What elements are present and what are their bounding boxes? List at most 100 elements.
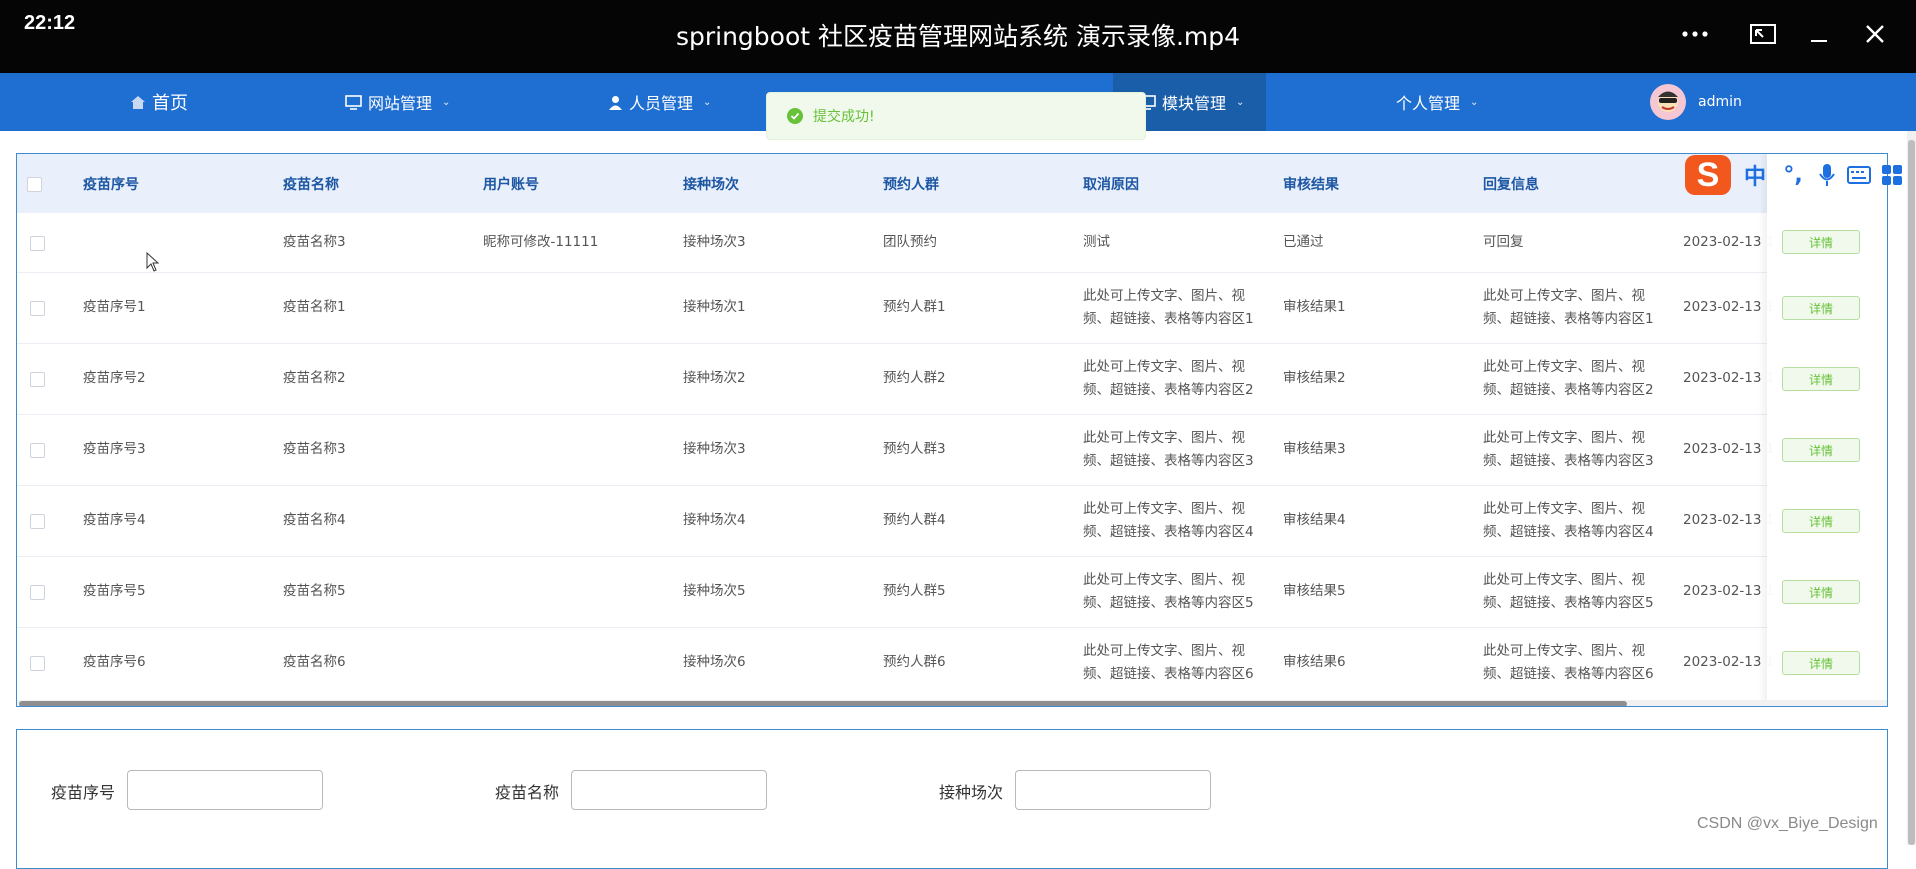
header-group[interactable]: 预约人群 [883, 154, 939, 213]
cell-reply: 可回复 [1483, 234, 1524, 250]
detail-button[interactable]: 详情 [1782, 509, 1860, 533]
ime-toolbar: S 中 °, [1685, 155, 1916, 195]
monitor-icon [345, 94, 362, 110]
horizontal-scrollbar-thumb[interactable] [19, 701, 1627, 706]
check-circle-icon [787, 108, 803, 124]
nav-personal-management-label: 个人管理 [1396, 94, 1461, 113]
cell-session: 接种场次3 [683, 441, 746, 457]
close-icon[interactable] [1855, 14, 1895, 54]
nav-site-management-label: 网站管理 [368, 94, 433, 113]
cell-review-result: 审核结果3 [1283, 441, 1346, 457]
cell-cancel-reason: 此处可上传文字、图片、视频、超链接、表格等内容区6 [1083, 642, 1254, 682]
table-row[interactable]: 疫苗序号6 疫苗名称6 接种场次6 预约人群6 此处可上传文字、图片、视频、超链… [17, 627, 1887, 698]
success-toast: 提交成功! [766, 92, 1146, 140]
cell-vaccine-name: 疫苗名称5 [283, 583, 346, 599]
header-review-result[interactable]: 审核结果 [1283, 154, 1339, 213]
cell-reply: 此处可上传文字、图片、视频、超链接、表格等内容区2 [1483, 358, 1654, 398]
cell-time: 2023-02-13 1 [1683, 441, 1775, 457]
detail-button[interactable]: 详情 [1782, 580, 1860, 604]
row-checkbox[interactable] [30, 443, 45, 458]
detail-button[interactable]: 详情 [1782, 230, 1860, 254]
table-header: 疫苗序号 疫苗名称 用户账号 接种场次 预约人群 取消原因 审核结果 回复信息 [17, 154, 1887, 213]
nav-personnel-management-label: 人员管理 [629, 94, 694, 113]
detail-button[interactable]: 详情 [1782, 651, 1860, 675]
cell-time: 2023-02-13 1 [1683, 512, 1775, 528]
cell-vaccine-name: 疫苗名称6 [283, 654, 346, 670]
header-cancel-reason[interactable]: 取消原因 [1083, 154, 1139, 213]
row-checkbox[interactable] [30, 236, 45, 251]
picture-in-picture-icon[interactable] [1743, 14, 1783, 54]
cell-vaccine-name: 疫苗名称3 [283, 234, 346, 250]
apps-icon[interactable] [1881, 164, 1903, 186]
cell-session: 接种场次3 [683, 234, 746, 250]
cell-reply: 此处可上传文字、图片、视频、超链接、表格等内容区5 [1483, 571, 1654, 611]
mouse-cursor-icon [146, 252, 160, 272]
header-user-account[interactable]: 用户账号 [483, 154, 539, 213]
row-checkbox[interactable] [30, 372, 45, 387]
table-row[interactable]: 疫苗序号1 疫苗名称1 接种场次1 预约人群1 此处可上传文字、图片、视频、超链… [17, 272, 1887, 344]
cell-vaccine-no: 疫苗序号4 [83, 512, 146, 528]
watermark: CSDN @vx_Biye_Design [1697, 815, 1878, 832]
ime-mode-toggle[interactable]: 中 [1741, 159, 1769, 191]
cell-review-result: 审核结果5 [1283, 583, 1346, 599]
user-menu[interactable]: admin [1650, 73, 1742, 131]
cell-reply: 此处可上传文字、图片、视频、超链接、表格等内容区3 [1483, 429, 1654, 469]
detail-button[interactable]: 详情 [1782, 438, 1860, 462]
nav-home[interactable]: 首页 [130, 73, 188, 131]
sogou-ime-icon[interactable]: S [1685, 155, 1731, 195]
cell-time: 2023-02-13 1 [1683, 583, 1775, 599]
row-checkbox[interactable] [30, 585, 45, 600]
cell-group: 预约人群4 [883, 512, 946, 528]
row-checkbox[interactable] [30, 656, 45, 671]
microphone-icon[interactable] [1817, 163, 1837, 187]
vaccine-name-label: 疫苗名称 [495, 783, 560, 802]
keyboard-icon[interactable] [1847, 166, 1871, 184]
cell-time: 2023-02-13 1 [1683, 299, 1775, 315]
vertical-scrollbar-thumb[interactable] [1908, 140, 1915, 845]
user-name: admin [1698, 94, 1742, 110]
detail-button[interactable]: 详情 [1782, 367, 1860, 391]
cell-cancel-reason: 此处可上传文字、图片、视频、超链接、表格等内容区1 [1083, 287, 1254, 327]
cell-group: 团队预约 [883, 234, 937, 250]
cell-review-result: 已通过 [1283, 234, 1324, 250]
cell-vaccine-no: 疫苗序号2 [83, 370, 146, 386]
row-checkbox[interactable] [30, 514, 45, 529]
header-vaccine-no[interactable]: 疫苗序号 [83, 154, 139, 213]
home-icon [131, 95, 145, 109]
cell-reply: 此处可上传文字、图片、视频、超链接、表格等内容区4 [1483, 500, 1654, 540]
cell-vaccine-no: 疫苗序号1 [83, 299, 146, 315]
table-row[interactable]: 疫苗序号2 疫苗名称2 接种场次2 预约人群2 此处可上传文字、图片、视频、超链… [17, 343, 1887, 415]
header-reply[interactable]: 回复信息 [1483, 154, 1539, 213]
ime-punctuation-toggle[interactable]: °, [1779, 163, 1807, 188]
vaccine-no-input[interactable] [127, 770, 323, 810]
session-input[interactable] [1015, 770, 1211, 810]
header-vaccine-name[interactable]: 疫苗名称 [283, 154, 339, 213]
cell-review-result: 审核结果4 [1283, 512, 1346, 528]
cell-time: 2023-02-13 1 [1683, 654, 1775, 670]
nav-site-management[interactable]: 网站管理 ⌄ [345, 73, 450, 131]
cell-cancel-reason: 测试 [1083, 234, 1110, 250]
cell-group: 预约人群1 [883, 299, 946, 315]
row-checkbox[interactable] [30, 301, 45, 316]
cell-group: 预约人群6 [883, 654, 946, 670]
nav-personal-management[interactable]: 个人管理 ⌄ [1396, 73, 1478, 131]
vaccine-name-input[interactable] [571, 770, 767, 810]
cell-group: 预约人群3 [883, 441, 946, 457]
cell-review-result: 审核结果2 [1283, 370, 1346, 386]
nav-module-management-label: 模块管理 [1162, 94, 1227, 113]
table-row[interactable]: 疫苗序号3 疫苗名称3 接种场次3 预约人群3 此处可上传文字、图片、视频、超链… [17, 414, 1887, 486]
detail-button[interactable]: 详情 [1782, 296, 1860, 320]
minimize-icon[interactable] [1799, 14, 1839, 54]
table-row[interactable]: 疫苗名称3 昵称可修改-11111 接种场次3 团队预约 测试 已通过 可回复 … [17, 213, 1887, 273]
session-label: 接种场次 [939, 783, 1004, 802]
table-row[interactable]: 疫苗序号4 疫苗名称4 接种场次4 预约人群4 此处可上传文字、图片、视频、超链… [17, 485, 1887, 557]
header-session[interactable]: 接种场次 [683, 154, 739, 213]
nav-personnel-management[interactable]: 人员管理 ⌄ [608, 73, 711, 131]
select-all-checkbox[interactable] [27, 177, 42, 192]
cell-review-result: 审核结果1 [1283, 299, 1346, 315]
cell-vaccine-no: 疫苗序号3 [83, 441, 146, 457]
cell-cancel-reason: 此处可上传文字、图片、视频、超链接、表格等内容区3 [1083, 429, 1254, 469]
table-row[interactable]: 疫苗序号5 疫苗名称5 接种场次5 预约人群5 此处可上传文字、图片、视频、超链… [17, 556, 1887, 628]
cell-cancel-reason: 此处可上传文字、图片、视频、超链接、表格等内容区2 [1083, 358, 1254, 398]
more-icon[interactable] [1675, 14, 1715, 54]
